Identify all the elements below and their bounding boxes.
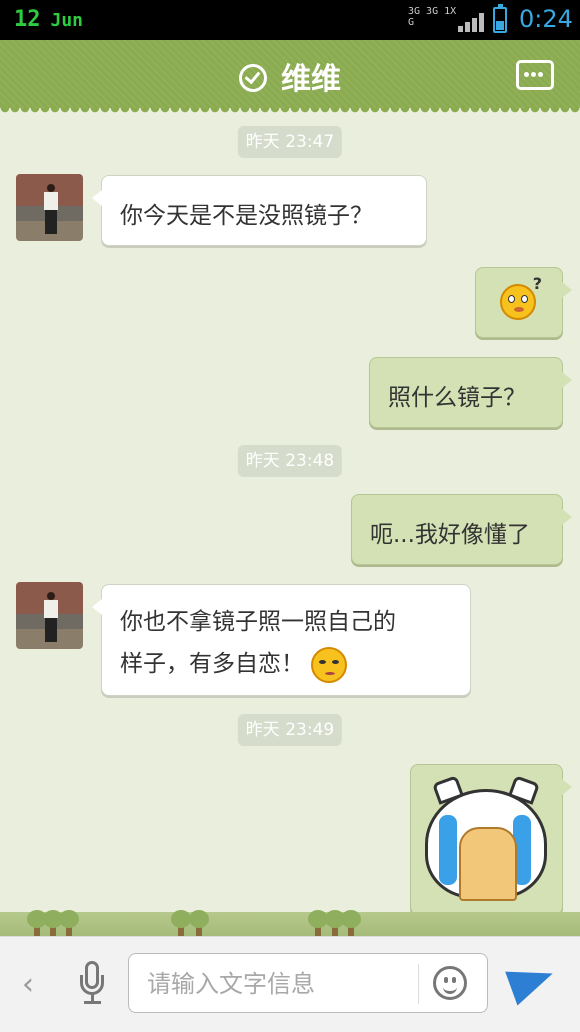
message-bubble-received[interactable]: 你也不拿镜子照一照自己的 样子，有多自恋！	[92, 584, 471, 696]
chat-title-wrap: 维维	[0, 54, 580, 98]
send-icon[interactable]	[505, 956, 559, 1006]
divider	[418, 964, 419, 1004]
status-day: 12	[14, 7, 41, 32]
message-bubble-sent[interactable]: ?	[475, 267, 572, 338]
message-bubble-received[interactable]: 你今天是不是没照镜子？	[92, 175, 427, 246]
avatar[interactable]	[16, 174, 83, 241]
chat-title: 维维	[281, 62, 341, 97]
message-text-line2: 样子，有多自恋！	[120, 651, 304, 677]
chat-header: 维维	[0, 40, 580, 114]
message-bubble-sent[interactable]: 呃...我好像懂了	[351, 494, 572, 565]
signal-icon	[458, 12, 486, 32]
timestamp: 昨天 23:47	[237, 126, 343, 158]
message-text-line2-wrap: 样子，有多自恋！	[120, 643, 452, 685]
message-text: 你今天是不是没照镜子？	[120, 203, 373, 229]
mic-icon[interactable]	[80, 961, 106, 1011]
status-time: 0:24	[519, 5, 573, 33]
status-date: 12 Jun	[14, 7, 83, 32]
network-indicator: 3G 3G 1X G	[408, 6, 457, 28]
sticker-bubble-sent[interactable]	[410, 764, 572, 915]
crying-cat-sticker	[425, 775, 547, 901]
message-input-box[interactable]	[128, 953, 488, 1013]
message-text-line1: 你也不拿镜子照一照自己的	[120, 609, 396, 635]
battery-icon	[493, 4, 507, 33]
status-bar: 12 Jun 3G 3G 1X G 0:24	[0, 0, 580, 40]
smile-icon[interactable]	[433, 966, 467, 1000]
message-bubble-sent[interactable]: 照什么镜子？	[369, 357, 572, 428]
confused-face-emoji: ?	[500, 274, 542, 320]
timestamp: 昨天 23:49	[237, 714, 343, 746]
message-input[interactable]	[145, 964, 419, 1004]
avatar[interactable]	[16, 582, 83, 649]
back-icon[interactable]: ‹	[22, 967, 34, 1002]
status-month: Jun	[50, 10, 84, 31]
input-bar: ‹	[0, 936, 580, 1032]
timestamp: 昨天 23:48	[237, 445, 343, 477]
message-text: 照什么镜子？	[388, 385, 526, 411]
more-icon[interactable]	[516, 60, 554, 90]
message-text: 呃...我好像懂了	[370, 522, 530, 548]
annoyed-face-emoji	[311, 646, 348, 683]
check-circle-icon	[239, 63, 267, 92]
ground-decoration	[0, 910, 580, 936]
